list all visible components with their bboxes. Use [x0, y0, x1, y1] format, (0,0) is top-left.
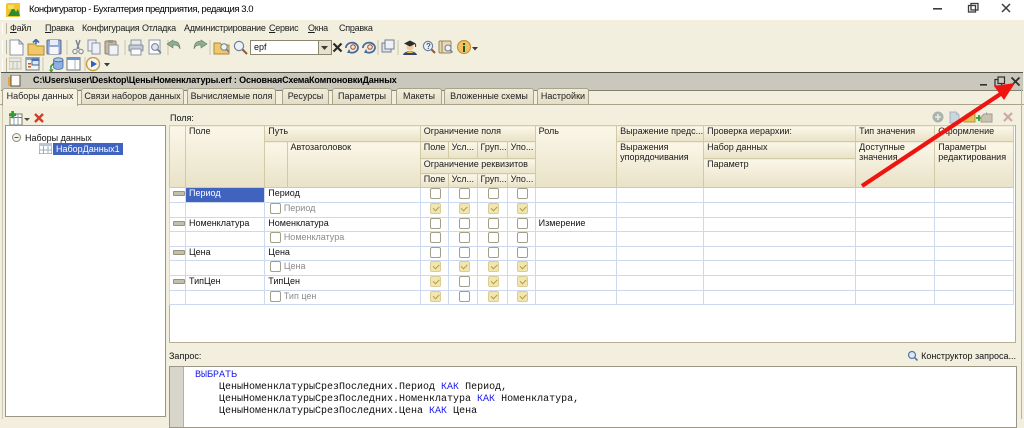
svg-text:?: ?: [426, 42, 431, 51]
